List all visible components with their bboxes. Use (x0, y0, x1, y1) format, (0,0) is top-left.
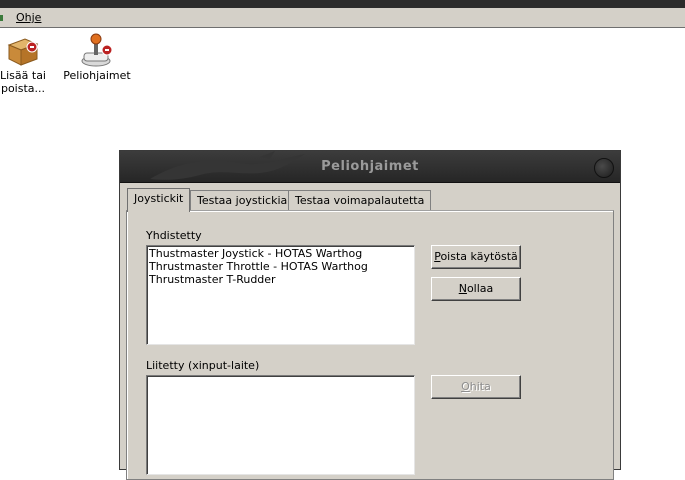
game-controllers-dialog: Peliohjaimet Joystickit Testaa joysticki… (119, 150, 621, 480)
joystick-icon (81, 33, 113, 67)
connected-list[interactable]: Thustmaster Joystick - HOTAS Warthog Thr… (146, 245, 415, 345)
list-item[interactable]: Thrustmaster T-Rudder (149, 273, 412, 286)
connected-label: Yhdistetty (146, 229, 202, 242)
reset-button[interactable]: Nollaa (431, 277, 521, 301)
skip-button-label: Ohita (461, 380, 491, 393)
menu-edge-marker (0, 15, 3, 21)
desktop-icon-game-controllers[interactable]: Peliohjaimet (62, 31, 132, 82)
list-item[interactable]: Thrustmaster Throttle - HOTAS Warthog (149, 260, 412, 273)
desktop-icon-label-line2: poista... (0, 82, 46, 95)
desktop-icon-label: Peliohjaimet (63, 69, 131, 82)
tab-test-joystick[interactable]: Testaa joystickia (190, 190, 295, 210)
tab-test-force-feedback[interactable]: Testaa voimapalautetta (288, 190, 432, 210)
list-item[interactable]: Thustmaster Joystick - HOTAS Warthog (149, 247, 412, 260)
tab-label: Joystickit (134, 192, 184, 205)
reset-button-label: Nollaa (458, 282, 494, 295)
disable-button-label: Poista käytöstä (434, 250, 518, 263)
menu-help-label: Ohje (16, 11, 42, 24)
tab-panel-joysticks: Yhdistetty Thustmaster Joystick - HOTAS … (126, 210, 614, 480)
disable-button[interactable]: Poista käytöstä (431, 245, 521, 269)
desktop-icon-add-remove[interactable]: Lisää tai poista... (0, 33, 58, 95)
dialog-titlebar[interactable]: Peliohjaimet (120, 151, 620, 183)
tab-label: Testaa voimapalautetta (295, 194, 425, 207)
dialog-title: Peliohjaimet (321, 159, 419, 174)
top-panel-strip (0, 0, 685, 8)
xinput-label: Liitetty (xinput-laite) (146, 359, 260, 372)
close-icon[interactable] (594, 158, 614, 178)
tab-label: Testaa joystickia (197, 194, 288, 207)
tab-joysticks[interactable]: Joystickit (127, 188, 191, 212)
package-icon (7, 38, 39, 66)
xinput-list[interactable] (146, 375, 415, 475)
menu-help[interactable]: Ohje (16, 11, 41, 24)
skip-button: Ohita (431, 375, 521, 399)
desktop-icon-label-line1: Lisää tai (0, 69, 46, 82)
menu-bar: Ohje (0, 8, 685, 28)
